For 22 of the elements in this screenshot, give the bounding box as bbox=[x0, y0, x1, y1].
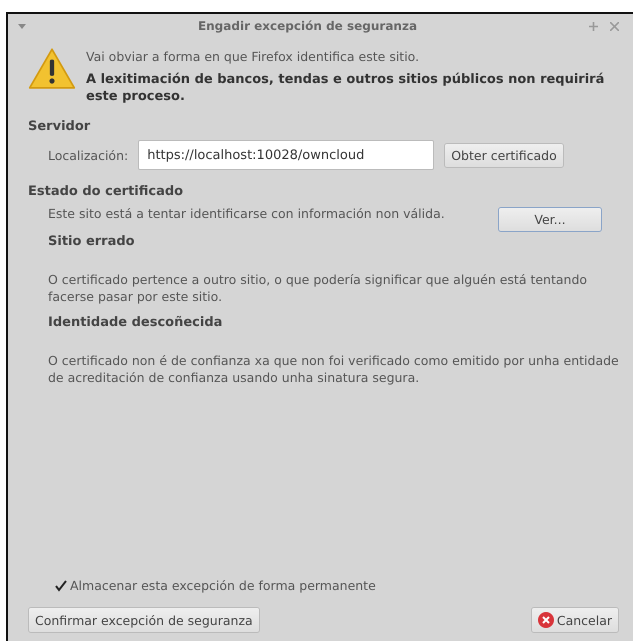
cancel-button[interactable]: Cancelar bbox=[530, 607, 619, 633]
view-button[interactable]: Ver... bbox=[498, 207, 602, 232]
section-heading: Servidor bbox=[28, 119, 92, 134]
confirm-button[interactable]: Confirmar excepción de seguranza bbox=[28, 607, 260, 633]
location-field[interactable]: https://localhost:10028/owncloud bbox=[138, 140, 434, 170]
cancel-icon bbox=[538, 612, 554, 628]
certificate-status-text: Este sito está a tentar identificarse con información non válida. bbox=[48, 205, 446, 222]
location-label: Localización: bbox=[48, 148, 128, 162]
window-title: Engadir excepción de seguranza bbox=[196, 19, 418, 33]
section-heading: Estado do certificado bbox=[28, 184, 184, 199]
window-menu-icon[interactable] bbox=[18, 24, 26, 28]
warning-message: Vai obviar a forma en que Firefox identifica este sitio. bbox=[86, 48, 420, 65]
get-certificate-button[interactable]: Obter certificado bbox=[444, 142, 564, 168]
checkbox-label[interactable]: Almacenar esta excepción de forma permanente bbox=[70, 578, 376, 593]
maximize-icon[interactable] bbox=[589, 22, 598, 30]
problem-title: Sitio errado bbox=[48, 234, 136, 249]
warning-emphasis: A lexitimación de bancos, tendas e outros sitios públicos non requirirá este proceso. bbox=[86, 71, 606, 105]
problem-title: Identidade descoñecida bbox=[48, 315, 224, 330]
close-icon[interactable] bbox=[610, 22, 619, 30]
problem-description: O certificado pertence a outro sitio, o que podería significar que alguén está tentando facerse pasar por este sitio. bbox=[48, 271, 588, 305]
problem-description: O certificado non é de confianza xa que non foi verificado como emitido por unha entidade de acreditación de confianza usando unha sinatura segura. bbox=[48, 352, 619, 386]
checkbox[interactable] bbox=[54, 578, 68, 592]
